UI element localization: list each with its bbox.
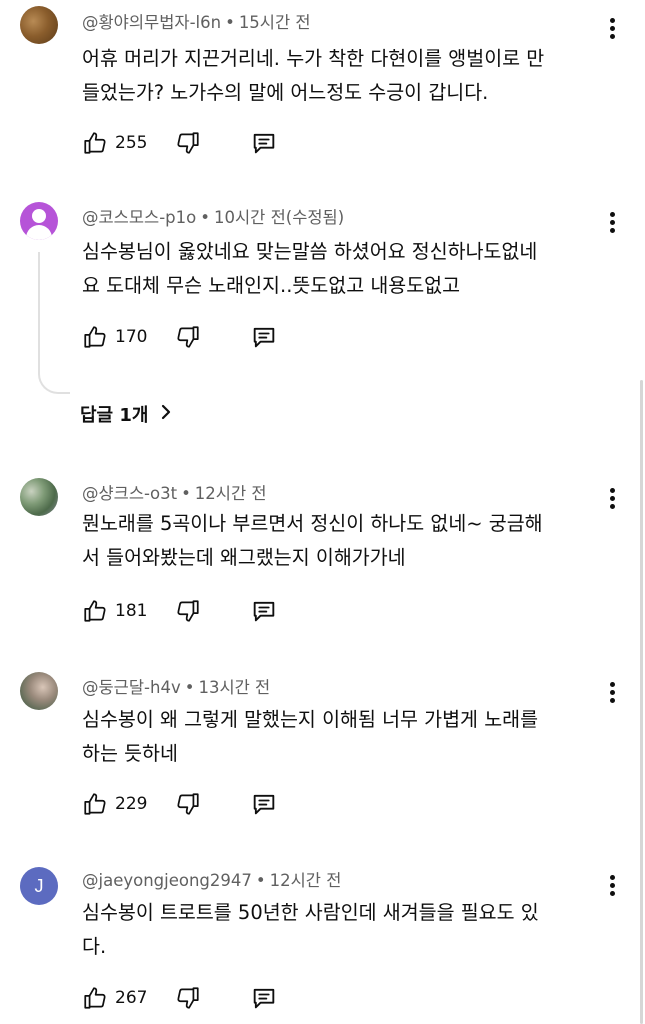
comment-actions: 170 xyxy=(80,322,279,352)
thumbs-down-icon[interactable] xyxy=(173,983,203,1013)
thumbs-up-icon[interactable] xyxy=(80,128,110,158)
comment-time[interactable]: 13시간 전 xyxy=(198,678,270,697)
comment-text: 심수봉님이 옳았네요 맞는말씀 하셨어요 정신하나도없네 요 도대체 무슨 노래… xyxy=(82,235,592,303)
chevron-right-icon xyxy=(160,404,172,425)
avatar[interactable] xyxy=(20,478,58,516)
thumbs-up-icon[interactable] xyxy=(80,983,110,1013)
comment-time[interactable]: 10시간 전(수정됨) xyxy=(214,208,344,227)
comment-meta: @jaeyongjeong2947 • 12시간 전 xyxy=(82,867,341,891)
comment-time[interactable]: 12시간 전 xyxy=(195,484,267,503)
reply-icon[interactable] xyxy=(249,983,279,1013)
meta-separator: • xyxy=(255,871,266,890)
more-vert-icon[interactable] xyxy=(604,873,620,897)
meta-separator: • xyxy=(225,13,235,32)
comment-actions: 255 xyxy=(80,128,279,158)
comment-line: 하는 듯하네 xyxy=(82,742,178,765)
comment-meta: @코스모스-p1o • 10시간 전(수정됨) xyxy=(82,204,344,228)
comment-meta: @둥근달-h4v • 13시간 전 xyxy=(82,674,270,698)
thumbs-down-icon[interactable] xyxy=(173,789,203,819)
comment-line: 어휴 머리가 지끈거리네. 누가 착한 다현이를 앵벌이로 만 xyxy=(82,47,545,70)
comment-author[interactable]: @황야의무법자-l6n xyxy=(82,13,221,32)
comment-actions: 229 xyxy=(80,789,279,819)
more-vert-icon[interactable] xyxy=(604,16,620,40)
reply-icon[interactable] xyxy=(249,596,279,626)
reply-icon[interactable] xyxy=(249,128,279,158)
thumbs-down-icon[interactable] xyxy=(173,322,203,352)
thumbs-up-icon[interactable] xyxy=(80,596,110,626)
reply-thread-line xyxy=(38,252,70,394)
reply-icon[interactable] xyxy=(249,322,279,352)
avatar[interactable]: J xyxy=(20,867,58,905)
comment-line: 서 들어와봤는데 왜그랬는지 이해가가네 xyxy=(82,546,406,569)
like-count: 267 xyxy=(115,988,148,1008)
comment-author[interactable]: @둥근달-h4v xyxy=(82,678,181,697)
avatar[interactable] xyxy=(20,672,58,710)
comment-author[interactable]: @샹크스-o3t xyxy=(82,484,177,503)
more-vert-icon[interactable] xyxy=(604,210,620,234)
comment-line: 다. xyxy=(82,935,107,958)
meta-separator: • xyxy=(181,484,191,503)
avatar[interactable] xyxy=(20,202,58,240)
avatar-letter: J xyxy=(34,875,44,896)
avatar[interactable] xyxy=(20,6,58,44)
scrollbar[interactable] xyxy=(640,380,643,1024)
comment-author[interactable]: @jaeyongjeong2947 xyxy=(82,871,252,890)
meta-separator: • xyxy=(200,208,210,227)
comment-line: 심수봉님이 옳았네요 맞는말씀 하셨어요 정신하나도없네 xyxy=(82,240,538,263)
comment-time[interactable]: 15시간 전 xyxy=(239,13,311,32)
reply-icon[interactable] xyxy=(249,789,279,819)
like-count: 255 xyxy=(115,133,148,153)
comment-line: 들었는가? 노가수의 말에 어느정도 수긍이 갑니다. xyxy=(82,81,489,104)
thumbs-down-icon[interactable] xyxy=(173,128,203,158)
comment-line: 요 도대체 무슨 노래인지..뜻도없고 내용도없고 xyxy=(82,274,461,297)
comment-text: 뭔노래를 5곡이나 부르면서 정신이 하나도 없네~ 궁금해 서 들어와봤는데 … xyxy=(82,507,592,575)
comment-line: 뭔노래를 5곡이나 부르면서 정신이 하나도 없네~ 궁금해 xyxy=(82,512,543,535)
thumbs-up-icon[interactable] xyxy=(80,322,110,352)
meta-separator: • xyxy=(184,678,195,697)
comment-author[interactable]: @코스모스-p1o xyxy=(82,208,196,227)
comment-meta: @샹크스-o3t • 12시간 전 xyxy=(82,480,267,504)
comment-line: 심수봉이 왜 그렇게 말했는지 이해됨 너무 가볍게 노래를 xyxy=(82,708,539,731)
thumbs-down-icon[interactable] xyxy=(173,596,203,626)
more-vert-icon[interactable] xyxy=(604,486,620,510)
like-count: 181 xyxy=(115,601,148,621)
comment-text: 심수봉이 왜 그렇게 말했는지 이해됨 너무 가볍게 노래를 하는 듯하네 xyxy=(82,703,592,771)
view-replies-button[interactable]: 답글 1개 xyxy=(80,401,172,427)
thumbs-up-icon[interactable] xyxy=(80,789,110,819)
more-vert-icon[interactable] xyxy=(604,680,620,704)
comment-actions: 267 xyxy=(80,983,279,1013)
like-count: 229 xyxy=(115,794,148,814)
comment-meta: @황야의무법자-l6n • 15시간 전 xyxy=(82,9,311,33)
comment-time[interactable]: 12시간 전 xyxy=(270,871,342,890)
comment-text: 어휴 머리가 지끈거리네. 누가 착한 다현이를 앵벌이로 만 들었는가? 노가… xyxy=(82,42,592,110)
comment-actions: 181 xyxy=(80,596,279,626)
replies-label: 답글 1개 xyxy=(80,405,149,426)
comment-text: 심수봉이 트로트를 50년한 사람인데 새겨들을 필요도 있 다. xyxy=(82,896,592,964)
like-count: 170 xyxy=(115,327,148,347)
comment-line: 심수봉이 트로트를 50년한 사람인데 새겨들을 필요도 있 xyxy=(82,901,539,924)
